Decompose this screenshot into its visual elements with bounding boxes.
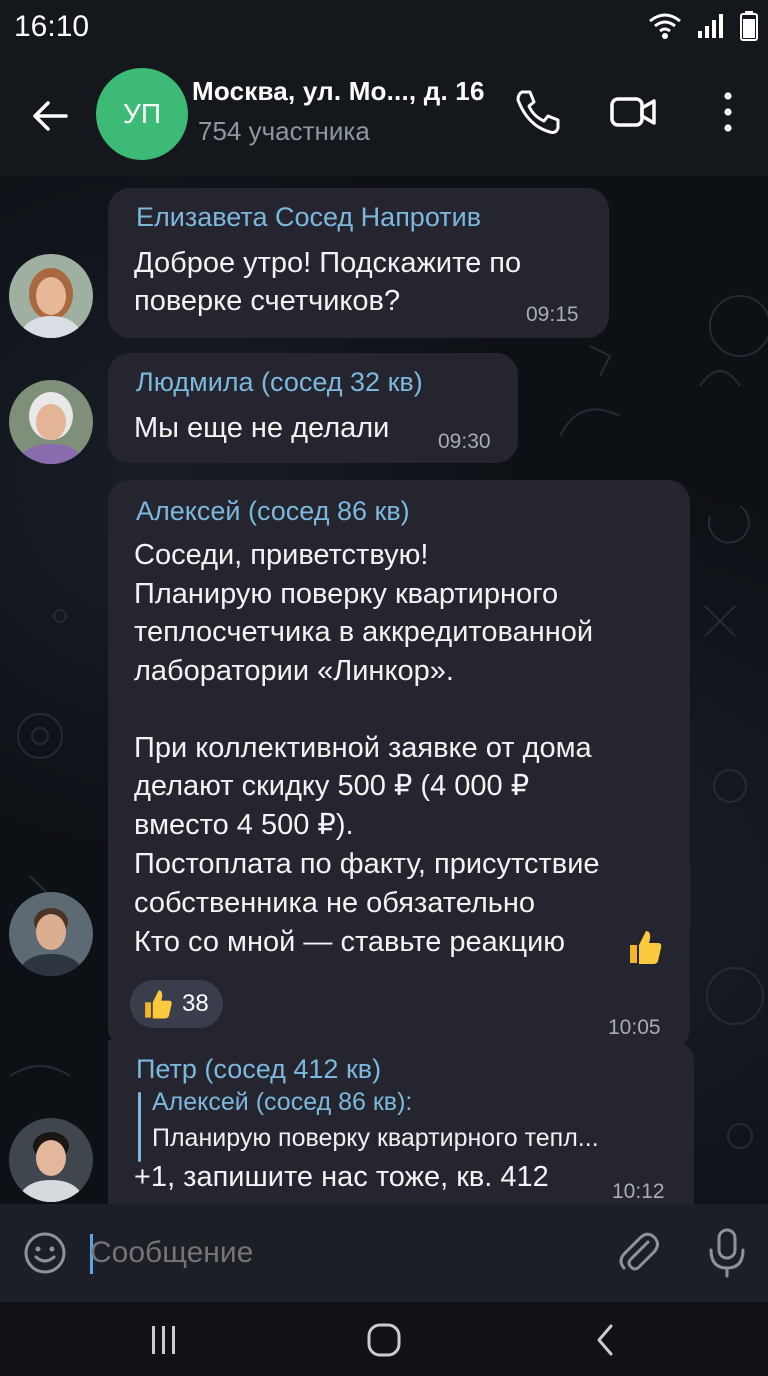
woman-portrait-icon	[9, 254, 93, 338]
message-time: 09:30	[438, 430, 491, 453]
group-avatar[interactable]: УП	[96, 68, 188, 160]
avatar-aleksey[interactable]	[9, 892, 93, 976]
avatar-elizaveta[interactable]	[9, 254, 93, 338]
status-time: 16:10	[14, 10, 90, 43]
message-text-line: собственника не обязательно	[134, 887, 536, 919]
battery-icon	[740, 11, 758, 41]
message-text-line: вместо 4 500 ₽).	[134, 809, 354, 841]
chat-header: УП Москва, ул. Мо..., д. 16 754 участник…	[0, 56, 768, 176]
message-text-line: Мы еще не делали	[134, 412, 390, 444]
message-sender[interactable]: Людмила (сосед 32 кв)	[136, 367, 423, 398]
message-bubble[interactable]: Людмила (сосед 32 кв) Мы еще не делали 0…	[108, 353, 518, 463]
message-sender[interactable]: Алексей (сосед 86 кв)	[136, 496, 410, 527]
message-text-line: Кто со мной — ставьте реакцию	[134, 926, 566, 958]
participants-count: 754 участника	[198, 116, 370, 146]
message-text-line: поверке счетчиков?	[134, 285, 401, 317]
reply-quote-bar	[138, 1092, 141, 1162]
message-input-bar	[0, 1204, 768, 1302]
status-bar: 16:10	[0, 0, 768, 56]
message-time: 10:05	[608, 1016, 661, 1039]
thumbs-up-emoji	[630, 931, 662, 964]
message-text-line: Доброе утро! Подскажите по	[134, 247, 522, 279]
message-bubble[interactable]: Алексей (сосед 86 кв) Соседи, приветству…	[108, 480, 690, 1050]
avatar-lyudmila[interactable]	[9, 380, 93, 464]
message-text-line: +1, запишите нас тоже, кв. 412	[134, 1161, 549, 1193]
wifi-icon	[649, 13, 681, 39]
emoji-icon[interactable]	[22, 1230, 68, 1276]
back-nav-icon[interactable]	[584, 1318, 628, 1362]
man-portrait-icon	[9, 892, 93, 976]
message-text-line: теплосчетчика в аккредитованной	[134, 616, 594, 648]
message-sender[interactable]: Петр (сосед 412 кв)	[136, 1054, 381, 1085]
message-bubble[interactable]: Елизавета Сосед Напротив Доброе утро! По…	[108, 188, 609, 338]
message-input[interactable]	[90, 1230, 590, 1276]
more-options-icon[interactable]	[702, 86, 754, 138]
message-text-line: При коллективной заявке от дома	[134, 732, 592, 764]
elderly-woman-portrait-icon	[9, 380, 93, 464]
phone-call-icon[interactable]	[512, 86, 564, 138]
message-sender[interactable]: Елизавета Сосед Напротив	[136, 202, 481, 233]
message-time: 09:15	[526, 303, 579, 326]
message-text-line: Планирую поверку квартирного	[134, 578, 559, 610]
chat-title[interactable]: Москва, ул. Мо..., д. 16	[192, 76, 485, 107]
status-icons	[648, 8, 758, 44]
thumbs-up-icon	[145, 990, 172, 1019]
attach-icon[interactable]	[614, 1228, 664, 1278]
message-text-line: Постоплата по факту, присутствие	[134, 848, 600, 880]
message-text-line: лаборатории «Линкор».	[134, 655, 454, 687]
signal-icon	[698, 14, 723, 38]
back-arrow-icon[interactable]	[26, 92, 74, 140]
microphone-icon[interactable]	[702, 1226, 752, 1280]
message-bubble[interactable]: Петр (сосед 412 кв) Алексей (сосед 86 кв…	[108, 1040, 694, 1204]
reply-sender[interactable]: Алексей (сосед 86 кв):	[152, 1088, 412, 1117]
system-navigation-bar	[0, 1302, 768, 1376]
group-avatar-initials: УП	[123, 98, 161, 129]
chat-area[interactable]: Елизавета Сосед Напротив Доброе утро! По…	[0, 176, 768, 1204]
avatar-petr[interactable]	[9, 1118, 93, 1202]
reaction-count: 38	[182, 990, 209, 1017]
reply-text[interactable]: Планирую поверку квартирного тепл...	[152, 1124, 599, 1153]
home-icon[interactable]	[362, 1318, 406, 1362]
message-text-line: Соседи, приветствую!	[134, 539, 429, 571]
video-call-icon[interactable]	[608, 86, 660, 138]
reaction-chip[interactable]: 38	[130, 980, 223, 1028]
young-man-portrait-icon	[9, 1118, 93, 1202]
message-text-line: делают скидку 500 ₽ (4 000 ₽	[134, 770, 530, 802]
message-time: 10:12	[612, 1180, 665, 1203]
recent-apps-icon[interactable]	[142, 1318, 186, 1362]
